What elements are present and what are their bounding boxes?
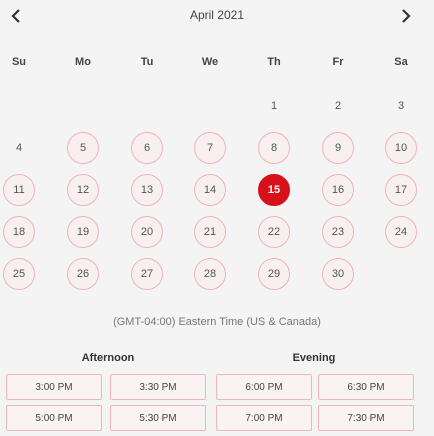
calendar-day[interactable]: 25 bbox=[3, 258, 35, 290]
calendar-day[interactable]: 19 bbox=[67, 216, 99, 248]
calendar-day[interactable]: 17 bbox=[385, 174, 417, 206]
day-grid: 1 2 3 4 5 6 7 8 9 10 11 12 13 14 15 16 1… bbox=[0, 0, 434, 300]
calendar-day[interactable]: 30 bbox=[322, 258, 354, 290]
calendar-day: 4 bbox=[15, 142, 23, 154]
calendar-day[interactable]: 22 bbox=[258, 216, 290, 248]
time-slot-button[interactable]: 7:30 PM bbox=[318, 405, 414, 431]
calendar-day: 3 bbox=[397, 100, 405, 112]
calendar-day[interactable]: 13 bbox=[131, 174, 163, 206]
calendar-day[interactable]: 9 bbox=[322, 132, 354, 164]
calendar-day: 1 bbox=[270, 100, 278, 112]
time-slot-button[interactable]: 7:00 PM bbox=[216, 405, 312, 431]
calendar-day[interactable]: 23 bbox=[322, 216, 354, 248]
calendar-day: 2 bbox=[334, 100, 342, 112]
time-slot-button[interactable]: 6:00 PM bbox=[216, 374, 312, 400]
calendar-day[interactable]: 29 bbox=[258, 258, 290, 290]
time-slot-button[interactable]: 5:00 PM bbox=[6, 405, 102, 431]
calendar-day[interactable]: 6 bbox=[131, 132, 163, 164]
evening-heading: Evening bbox=[292, 352, 336, 364]
calendar-day[interactable]: 10 bbox=[385, 132, 417, 164]
calendar-day[interactable]: 26 bbox=[67, 258, 99, 290]
scheduler-panel: April 2021 Su Mo Tu We Th Fr Sa 1 2 3 4 … bbox=[0, 0, 434, 436]
time-slot-button[interactable]: 3:30 PM bbox=[110, 374, 206, 400]
time-slot-button[interactable]: 3:00 PM bbox=[6, 374, 102, 400]
time-slot-button[interactable]: 5:30 PM bbox=[110, 405, 206, 431]
calendar-day[interactable]: 14 bbox=[194, 174, 226, 206]
calendar-day[interactable]: 7 bbox=[194, 132, 226, 164]
calendar-day[interactable]: 24 bbox=[385, 216, 417, 248]
calendar-day[interactable]: 11 bbox=[3, 174, 35, 206]
calendar-day[interactable]: 28 bbox=[194, 258, 226, 290]
calendar-day[interactable]: 12 bbox=[67, 174, 99, 206]
calendar-day[interactable]: 16 bbox=[322, 174, 354, 206]
calendar-day-selected[interactable]: 15 bbox=[258, 174, 290, 206]
calendar-day[interactable]: 5 bbox=[67, 132, 99, 164]
time-slot-button[interactable]: 6:30 PM bbox=[318, 374, 414, 400]
calendar-day[interactable]: 21 bbox=[194, 216, 226, 248]
calendar-day[interactable]: 8 bbox=[258, 132, 290, 164]
afternoon-heading: Afternoon bbox=[81, 352, 135, 364]
timezone-label[interactable]: (GMT-04:00) Eastern Time (US & Canada) bbox=[0, 316, 434, 328]
calendar-day[interactable]: 27 bbox=[131, 258, 163, 290]
calendar-day[interactable]: 18 bbox=[3, 216, 35, 248]
calendar-day[interactable]: 20 bbox=[131, 216, 163, 248]
